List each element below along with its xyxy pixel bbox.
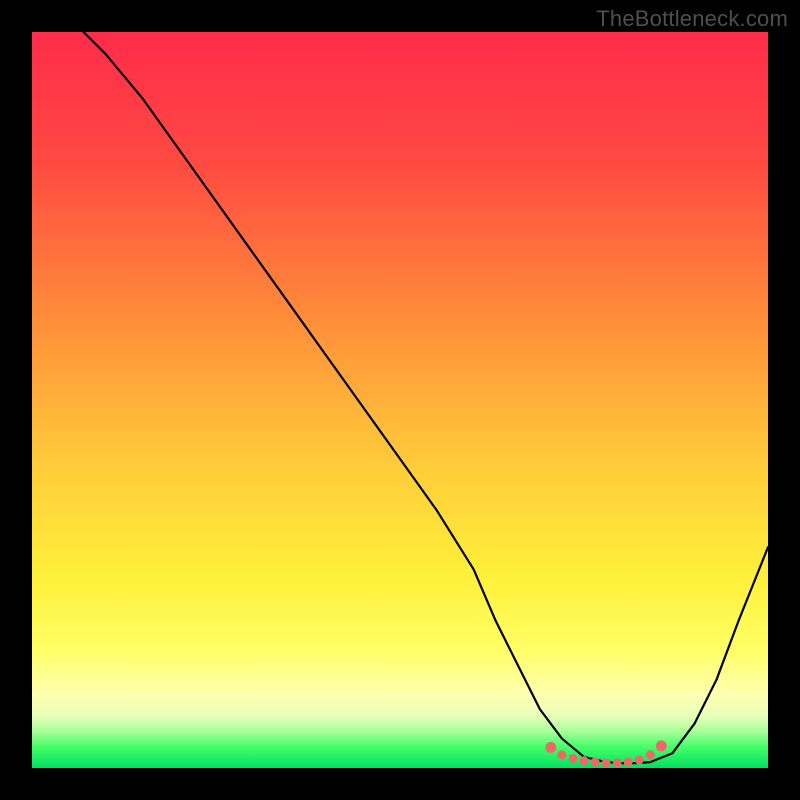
marker-dot bbox=[602, 758, 611, 767]
marker-dot bbox=[545, 742, 556, 753]
marker-dot bbox=[557, 750, 566, 759]
marker-dot bbox=[580, 756, 589, 765]
plot-area bbox=[32, 32, 768, 768]
chart-frame: TheBottleneck.com bbox=[0, 0, 800, 800]
marker-dot bbox=[624, 758, 633, 767]
marker-dot bbox=[568, 754, 577, 763]
marker-dot bbox=[656, 740, 667, 751]
curve-svg bbox=[32, 32, 768, 768]
marker-dot bbox=[646, 750, 655, 759]
marker-dot bbox=[635, 755, 644, 764]
marker-dot bbox=[613, 758, 622, 767]
bottleneck-curve bbox=[84, 32, 768, 764]
attribution-label: TheBottleneck.com bbox=[596, 6, 788, 32]
marker-dot bbox=[591, 758, 600, 767]
